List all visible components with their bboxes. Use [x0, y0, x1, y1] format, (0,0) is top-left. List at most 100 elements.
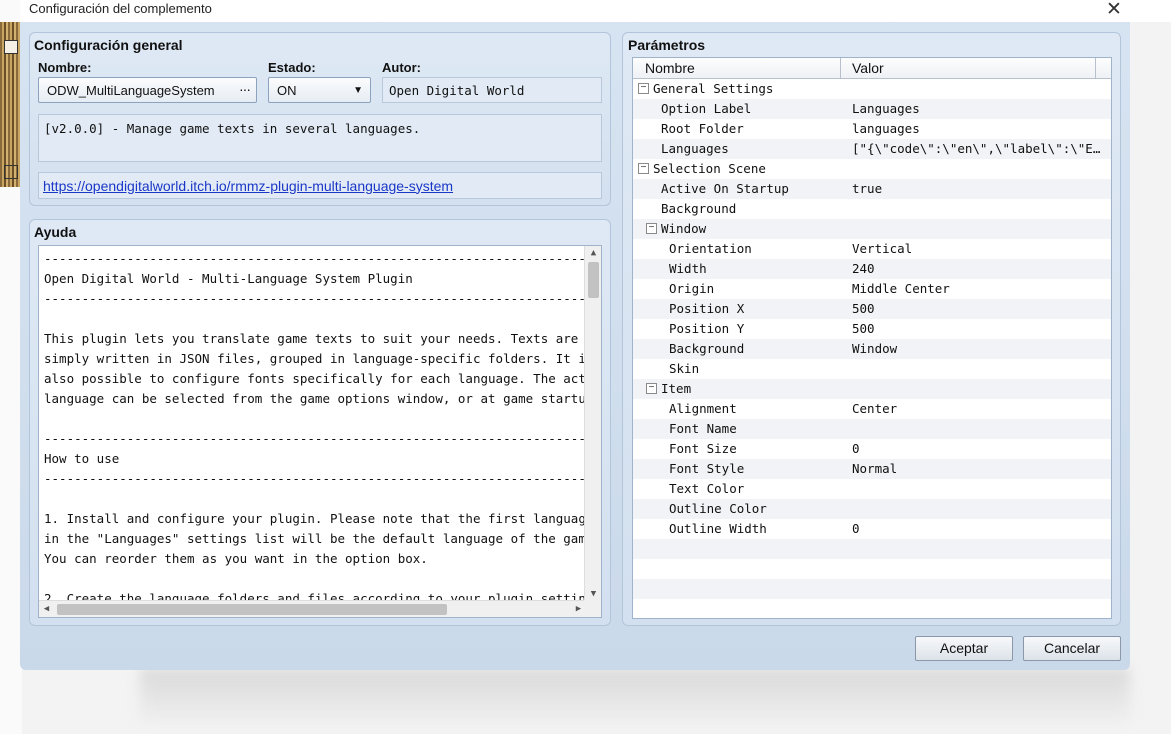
- help-line: also possible to configure fonts specifi…: [44, 371, 589, 386]
- background-square: [4, 165, 18, 179]
- browse-button[interactable]: ···: [239, 81, 251, 97]
- table-row[interactable]: Alignment Center: [633, 399, 1111, 419]
- column-divider[interactable]: [1095, 58, 1096, 79]
- param-value: 500: [852, 321, 875, 336]
- name-value: ODW_MultiLanguageSystem: [47, 82, 215, 98]
- description-text: [v2.0.0] - Manage game texts in several …: [44, 121, 421, 136]
- scroll-up-icon[interactable]: ▲: [586, 246, 601, 261]
- help-line: ----------------------------------------…: [44, 431, 589, 446]
- table-row[interactable]: Outline Width 0: [633, 519, 1111, 539]
- status-select[interactable]: ON ▼: [268, 77, 371, 103]
- param-name: Root Folder: [661, 121, 744, 136]
- help-line: Open Digital World - Multi-Language Syst…: [44, 271, 413, 286]
- table-row[interactable]: Width 240: [633, 259, 1111, 279]
- table-row[interactable]: Orientation Vertical: [633, 239, 1111, 259]
- url-field: https://opendigitalworld.itch.io/rmmz-pl…: [38, 172, 602, 199]
- param-name: Orientation: [669, 241, 752, 256]
- name-field[interactable]: ODW_MultiLanguageSystem ···: [38, 77, 257, 103]
- parameters-title: Parámetros: [628, 37, 706, 53]
- table-row[interactable]: Font Name: [633, 419, 1111, 439]
- param-name: Window: [661, 221, 707, 236]
- cancel-button[interactable]: Cancelar: [1023, 636, 1121, 661]
- help-line: [44, 409, 589, 429]
- status-label: Estado:: [268, 60, 316, 75]
- horizontal-scrollbar[interactable]: ◀ ▶: [39, 600, 586, 617]
- table-row[interactable]: Position X 500: [633, 299, 1111, 319]
- column-header-value[interactable]: Valor: [852, 58, 884, 79]
- accept-button[interactable]: Aceptar: [915, 636, 1013, 661]
- help-line: [44, 489, 589, 509]
- param-value: Normal: [852, 461, 898, 476]
- table-row[interactable]: Outline Color: [633, 499, 1111, 519]
- close-icon[interactable]: ✕: [1106, 0, 1122, 21]
- param-name: Skin: [669, 361, 700, 376]
- help-line: language can be selected from the game o…: [44, 391, 589, 406]
- vertical-scroll-thumb[interactable]: [588, 262, 599, 298]
- param-name: Alignment: [669, 401, 737, 416]
- status-value: ON: [277, 82, 297, 98]
- table-row[interactable]: Background: [633, 199, 1111, 219]
- collapse-icon[interactable]: −: [646, 223, 657, 234]
- param-name: Outline Color: [669, 501, 767, 516]
- collapse-icon[interactable]: −: [638, 83, 649, 94]
- param-value: 0: [852, 441, 860, 456]
- general-settings-title: Configuración general: [34, 37, 183, 53]
- table-row[interactable]: Origin Middle Center: [633, 279, 1111, 299]
- table-row[interactable]: Text Color: [633, 479, 1111, 499]
- scroll-left-icon[interactable]: ◀: [39, 602, 54, 617]
- plugin-url-link[interactable]: https://opendigitalworld.itch.io/rmmz-pl…: [43, 178, 453, 194]
- param-name: Font Style: [669, 461, 745, 476]
- author-value: Open Digital World: [389, 82, 525, 98]
- table-row[interactable]: Root Folder languages: [633, 119, 1111, 139]
- author-field[interactable]: Open Digital World: [382, 77, 602, 103]
- table-row: [633, 559, 1111, 579]
- param-value: languages: [852, 121, 920, 136]
- column-header-name[interactable]: Nombre: [645, 58, 695, 79]
- param-value: Center: [852, 401, 898, 416]
- table-row[interactable]: Languages ["{\"code\":\"en\",\"label\":\"…: [633, 139, 1111, 159]
- horizontal-scroll-thumb[interactable]: [57, 604, 447, 615]
- param-value: 500: [852, 301, 875, 316]
- table-header: Nombre Valor: [633, 58, 1111, 79]
- param-name: Option Label: [661, 101, 752, 116]
- parameters-table[interactable]: Nombre Valor − General Settings Option Lab…: [632, 57, 1112, 619]
- param-name: Origin: [669, 281, 715, 296]
- table-row: [633, 539, 1111, 559]
- param-value: Middle Center: [852, 281, 950, 296]
- table-row[interactable]: Font Size 0: [633, 439, 1111, 459]
- param-name: Item: [661, 381, 692, 396]
- table-row[interactable]: − Item: [633, 379, 1111, 399]
- table-row[interactable]: − General Settings: [633, 79, 1111, 99]
- collapse-icon[interactable]: −: [638, 163, 649, 174]
- param-name: Font Size: [669, 441, 737, 456]
- help-line: You can reorder them as you want in the …: [44, 551, 428, 566]
- column-divider[interactable]: [840, 58, 841, 79]
- table-row[interactable]: Font Style Normal: [633, 459, 1111, 479]
- table-row[interactable]: Background Window: [633, 339, 1111, 359]
- table-row[interactable]: − Selection Scene: [633, 159, 1111, 179]
- vertical-scrollbar[interactable]: ▲ ▼: [584, 246, 601, 602]
- param-name: Outline Width: [669, 521, 767, 536]
- author-label: Autor:: [382, 60, 421, 75]
- param-name: Position X: [669, 301, 745, 316]
- table-row[interactable]: Skin: [633, 359, 1111, 379]
- table-row[interactable]: − Window: [633, 219, 1111, 239]
- dialog-shadow: [140, 668, 1130, 724]
- description-field[interactable]: [v2.0.0] - Manage game texts in several …: [38, 114, 602, 162]
- param-value: 0: [852, 521, 860, 536]
- param-name: Width: [669, 261, 707, 276]
- param-name: Background: [661, 201, 737, 216]
- help-line: ----------------------------------------…: [44, 251, 589, 266]
- param-value: Window: [852, 341, 898, 356]
- param-name: Selection Scene: [653, 161, 766, 176]
- table-row[interactable]: Option Label Languages: [633, 99, 1111, 119]
- param-value: true: [852, 181, 883, 196]
- table-row[interactable]: Position Y 500: [633, 319, 1111, 339]
- param-name: Text Color: [669, 481, 745, 496]
- help-text-area[interactable]: ----------------------------------------…: [38, 245, 602, 618]
- help-line: 1. Install and configure your plugin. Pl…: [44, 511, 589, 526]
- collapse-icon[interactable]: −: [646, 383, 657, 394]
- param-name: Position Y: [669, 321, 745, 336]
- param-name: Font Name: [669, 421, 737, 436]
- table-row[interactable]: Active On Startup true: [633, 179, 1111, 199]
